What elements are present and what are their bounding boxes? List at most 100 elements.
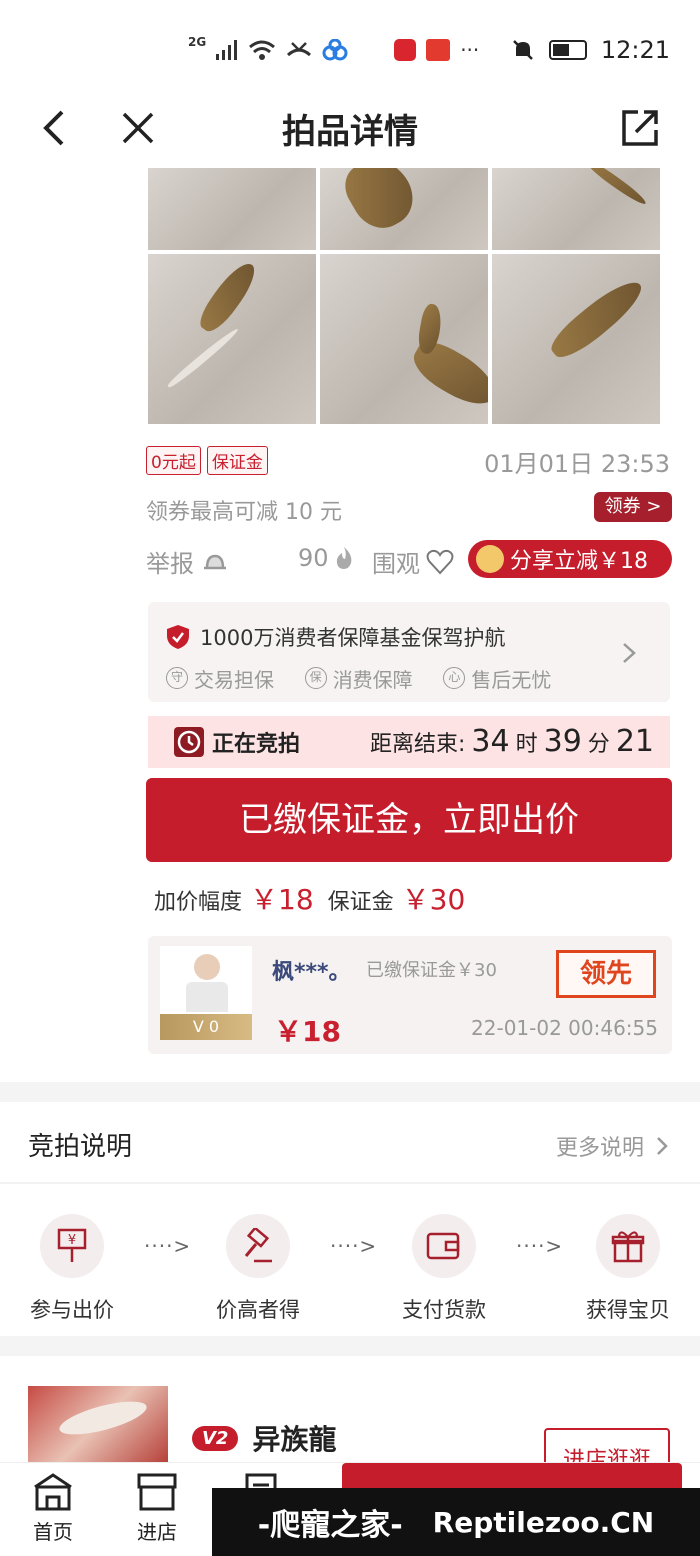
app-notify-icon-2 <box>426 39 451 61</box>
status-right: 12:21 <box>511 36 670 64</box>
item-tags: 0元起 保证金 <box>146 446 274 475</box>
countdown-hours: 34 <box>471 724 510 759</box>
consumer-protect-icon: 保 <box>304 667 327 689</box>
photo-2[interactable] <box>320 168 488 250</box>
step-receive-label: 获得宝贝 <box>586 1298 670 1322</box>
coupon-button[interactable]: 领券 > <box>594 492 672 522</box>
tab-home-label: 首页 <box>33 1520 73 1544</box>
shield-icon <box>167 625 189 649</box>
coupon-text: 领券最高可减 10 元 <box>146 500 342 525</box>
rules-divider <box>0 1182 700 1184</box>
wallet-icon <box>412 1214 476 1278</box>
shop-info[interactable]: V2 异族龍 <box>192 1418 336 1458</box>
step-bid: ¥ 参与出价 <box>12 1214 132 1324</box>
home-icon <box>34 1473 72 1511</box>
shop-level-badge: V2 <box>192 1425 239 1451</box>
photo-4[interactable] <box>148 254 316 424</box>
photo-3[interactable] <box>492 168 660 250</box>
missed-call-icon <box>287 42 312 57</box>
photo-5[interactable] <box>320 254 488 424</box>
signal-bars-icon <box>216 40 238 60</box>
status-left-icons: 2G ··· <box>188 35 480 62</box>
rules-title: 竞拍说明 <box>28 1132 133 1162</box>
bidder-level: V 0 <box>160 1014 252 1040</box>
hot-count-value: 90 <box>298 544 329 572</box>
shop-image[interactable] <box>28 1386 168 1462</box>
mute-bell-icon <box>512 40 533 60</box>
step-arrow-2: ····> <box>330 1234 378 1258</box>
chevron-right-icon <box>657 1137 668 1155</box>
cloud-app-icon <box>322 39 348 61</box>
step-highest-wins: 价高者得 <box>198 1214 318 1324</box>
store-icon <box>137 1473 177 1511</box>
guarantee-item-escrow: 守交易担保 <box>166 664 274 693</box>
countdown-bar: 正在竞拍 距离结束: 34 时 39 分 21 <box>148 716 670 768</box>
watermark-brand: -爬寵之家- <box>257 1508 403 1543</box>
aftersale-icon: 心 <box>443 667 466 689</box>
bidder-time: 22-01-02 00:46:55 <box>471 1016 658 1040</box>
aftersale-label: 售后无忧 <box>471 667 552 692</box>
heart-icon <box>426 549 454 574</box>
countdown-timer: 距离结束: 34 时 39 分 21 <box>370 724 654 759</box>
escrow-label: 交易担保 <box>194 667 274 692</box>
gavel-icon <box>226 1214 290 1278</box>
watermark-site: Reptilezoo.CN <box>432 1505 655 1539</box>
photo-1[interactable] <box>148 168 316 250</box>
deposit-value: ￥30 <box>401 883 466 916</box>
step-receive: 获得宝贝 <box>568 1214 688 1324</box>
step-pay-label: 支付货款 <box>402 1298 486 1322</box>
more-notifications: ··· <box>460 38 480 62</box>
countdown-label: 距离结束: <box>369 732 466 757</box>
increment-value: ￥18 <box>250 883 314 916</box>
avatar[interactable]: V 0 <box>160 946 252 1040</box>
watch-button[interactable]: 围观 <box>372 544 454 579</box>
guarantee-title-row: 1000万消费者保障基金保驾护航 <box>166 622 505 652</box>
battery-icon <box>548 40 587 60</box>
share-external-icon[interactable] <box>618 106 662 150</box>
deposit-label: 保证金 <box>327 890 394 915</box>
guarantee-title: 1000万消费者保障基金保驾护航 <box>200 626 506 650</box>
wifi-icon <box>249 40 276 60</box>
watch-label: 围观 <box>372 550 420 578</box>
report-link[interactable]: 举报 <box>146 544 230 579</box>
bidder-price: ￥18 <box>274 1015 341 1048</box>
tab-store[interactable]: 进店 <box>122 1471 192 1545</box>
countdown-hours-unit: 时 <box>515 732 538 757</box>
bid-sign-icon: ¥ <box>40 1214 104 1278</box>
clock: 12:21 <box>600 36 670 64</box>
page-title: 拍品详情 <box>282 112 418 152</box>
tag-deposit: 保证金 <box>206 446 268 475</box>
step-arrow-1: ····> <box>144 1234 192 1258</box>
app-notify-icon-1 <box>394 39 417 61</box>
increment-label: 加价幅度 <box>154 890 243 915</box>
auction-status: 正在竞拍 <box>174 726 300 758</box>
shop-name: 异族龍 <box>252 1423 337 1456</box>
gift-icon <box>596 1214 660 1278</box>
step-arrow-3: ····> <box>516 1234 564 1258</box>
svg-text:¥: ¥ <box>68 1233 76 1248</box>
guarantee-panel[interactable]: 1000万消费者保障基金保驾护航 守交易担保 保消费保障 心售后无忧 <box>148 602 670 702</box>
auction-datetime: 01月01日 23:53 <box>484 450 670 478</box>
photo-6[interactable] <box>492 254 660 424</box>
place-bid-button[interactable]: 已缴保证金，立即出价 <box>146 778 672 862</box>
more-rules-label: 更多说明 <box>555 1136 644 1161</box>
status-bar: 2G ··· 12:21 <box>0 0 700 100</box>
countdown-minutes: 39 <box>543 724 582 759</box>
consumer-label: 消费保障 <box>332 667 413 692</box>
auction-status-label: 正在竞拍 <box>212 732 301 757</box>
countdown-minutes-unit: 分 <box>587 732 610 757</box>
tab-home[interactable]: 首页 <box>18 1471 88 1545</box>
more-rules-link[interactable]: 更多说明 <box>556 1130 668 1162</box>
share-discount-button[interactable]: 分享立减￥18 <box>468 540 672 578</box>
guarantee-items: 守交易担保 保消费保障 心售后无忧 <box>166 662 575 693</box>
section-divider-2 <box>0 1336 700 1356</box>
chevron-right-icon <box>623 643 636 663</box>
step-pay: 支付货款 <box>384 1214 504 1324</box>
bid-rules-line: 加价幅度 ￥18 保证金 ￥30 <box>154 878 465 918</box>
bidder-name[interactable]: 枫***。 <box>272 954 351 986</box>
step-highest-wins-label: 价高者得 <box>216 1298 300 1322</box>
step-bid-label: 参与出价 <box>30 1298 114 1322</box>
escrow-icon: 守 <box>166 667 188 689</box>
clock-icon <box>174 727 204 757</box>
money-bag-icon <box>476 545 504 573</box>
